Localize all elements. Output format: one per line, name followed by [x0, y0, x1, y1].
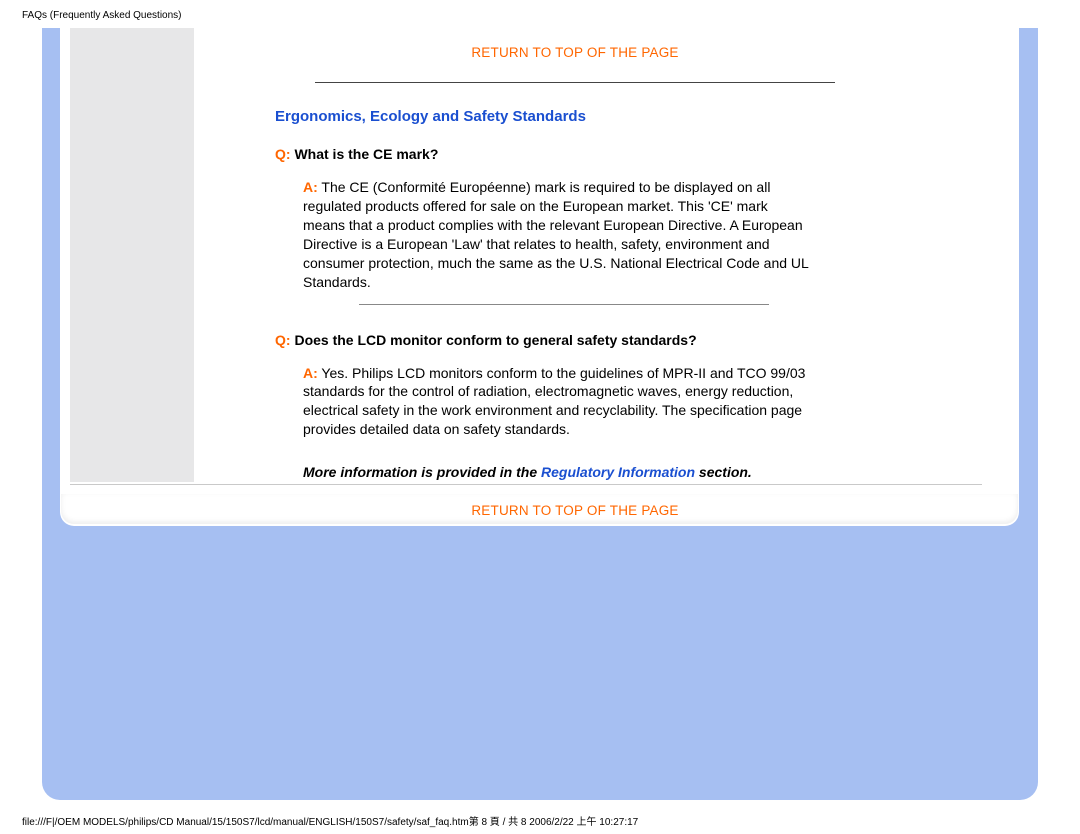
- q1-text: What is the CE mark?: [291, 146, 439, 162]
- return-to-top-link-upper[interactable]: RETURN TO TOP OF THE PAGE: [275, 44, 875, 62]
- q2-text: Does the LCD monitor conform to general …: [291, 332, 697, 348]
- section-divider-top: [315, 82, 835, 83]
- page-header-title: FAQs (Frequently Asked Questions): [22, 10, 182, 21]
- regulatory-info-link[interactable]: Regulatory Information: [541, 464, 695, 480]
- a-label: A:: [303, 179, 318, 195]
- q-label: Q:: [275, 332, 291, 348]
- footer-file-path: file:///F|/OEM MODELS/philips/CD Manual/…: [22, 813, 638, 828]
- q-label: Q:: [275, 146, 291, 162]
- question-2: Q: Does the LCD monitor conform to gener…: [275, 331, 875, 350]
- a1-text: The CE (Conformité Européenne) mark is r…: [303, 179, 808, 289]
- more-info-pre: More information is provided in the: [303, 464, 541, 480]
- question-1: Q: What is the CE mark?: [275, 145, 875, 164]
- main-content: RETURN TO TOP OF THE PAGE Ergonomics, Ec…: [275, 40, 875, 528]
- a2-text: Yes. Philips LCD monitors conform to the…: [303, 365, 805, 438]
- answer-1: A: The CE (Conformité Européenne) mark i…: [303, 178, 813, 291]
- return-to-top-link-lower[interactable]: RETURN TO TOP OF THE PAGE: [275, 502, 875, 520]
- section-heading: Ergonomics, Ecology and Safety Standards: [275, 107, 875, 127]
- answer-2: A: Yes. Philips LCD monitors conform to …: [303, 364, 813, 440]
- more-info-line: More information is provided in the Regu…: [303, 463, 875, 482]
- more-info-post: section.: [695, 464, 752, 480]
- left-sidebar: [70, 28, 194, 482]
- a-label: A:: [303, 365, 318, 381]
- qa-divider: [359, 304, 769, 305]
